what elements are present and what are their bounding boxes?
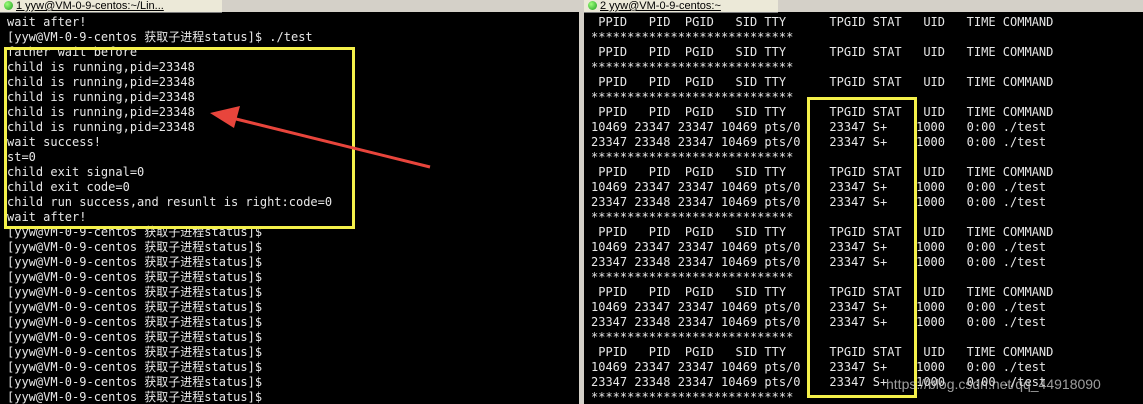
terminal-line: [yyw@VM-0-9-centos 获取子进程status]$ [7, 315, 263, 329]
terminal-line: [yyw@VM-0-9-centos 获取子进程status]$ [7, 255, 263, 269]
terminal-line: wait after! [7, 15, 87, 29]
terminal-line: [yyw@VM-0-9-centos 获取子进程status]$ [7, 240, 263, 254]
terminal-line: [yyw@VM-0-9-centos 获取子进程status]$ [7, 300, 263, 314]
highlight-box-program-output [4, 47, 355, 229]
watermark-text: https://blog.csdn.net/qq_44918090 [886, 376, 1101, 392]
terminal-line: [yyw@VM-0-9-centos 获取子进程status]$ [7, 375, 263, 389]
terminal-line: [yyw@VM-0-9-centos 获取子进程status]$ [7, 390, 263, 404]
terminal-line: **************************** [591, 30, 794, 44]
terminal-line: PPID PID PGID SID TTY TPGID STAT UID TIM… [591, 15, 1054, 29]
terminal-line: PPID PID PGID SID TTY TPGID STAT UID TIM… [591, 45, 1054, 59]
terminal-line: [yyw@VM-0-9-centos 获取子进程status]$ [7, 330, 263, 344]
left-session-tab[interactable]: 1 yyw@VM-0-9-centos:~/Lin... [0, 0, 222, 13]
terminal-line: [yyw@VM-0-9-centos 获取子进程status]$ [7, 345, 263, 359]
session-status-icon [4, 1, 13, 10]
left-terminal-pane[interactable]: 1 yyw@VM-0-9-centos:~/Lin... wait after!… [0, 0, 579, 404]
left-session-tab-title: 1 yyw@VM-0-9-centos:~/Lin... [16, 0, 164, 12]
right-session-tab-title: 2 yyw@VM-0-9-centos:~ [600, 0, 721, 12]
terminal-line: [yyw@VM-0-9-centos 获取子进程status]$ ./test [7, 30, 313, 44]
terminal-line: [yyw@VM-0-9-centos 获取子进程status]$ [7, 270, 263, 284]
right-terminal-pane[interactable]: 2 yyw@VM-0-9-centos:~ PPID PID PGID SID … [584, 0, 1143, 404]
terminal-line: [yyw@VM-0-9-centos 获取子进程status]$ [7, 285, 263, 299]
terminal-line: PPID PID PGID SID TTY TPGID STAT UID TIM… [591, 75, 1054, 89]
right-session-tab[interactable]: 2 yyw@VM-0-9-centos:~ [584, 0, 778, 13]
highlight-box-tpgid-stat [807, 97, 917, 398]
terminal-line: **************************** [591, 60, 794, 74]
session-status-icon [588, 1, 597, 10]
terminal-line: [yyw@VM-0-9-centos 获取子进程status]$ [7, 360, 263, 374]
